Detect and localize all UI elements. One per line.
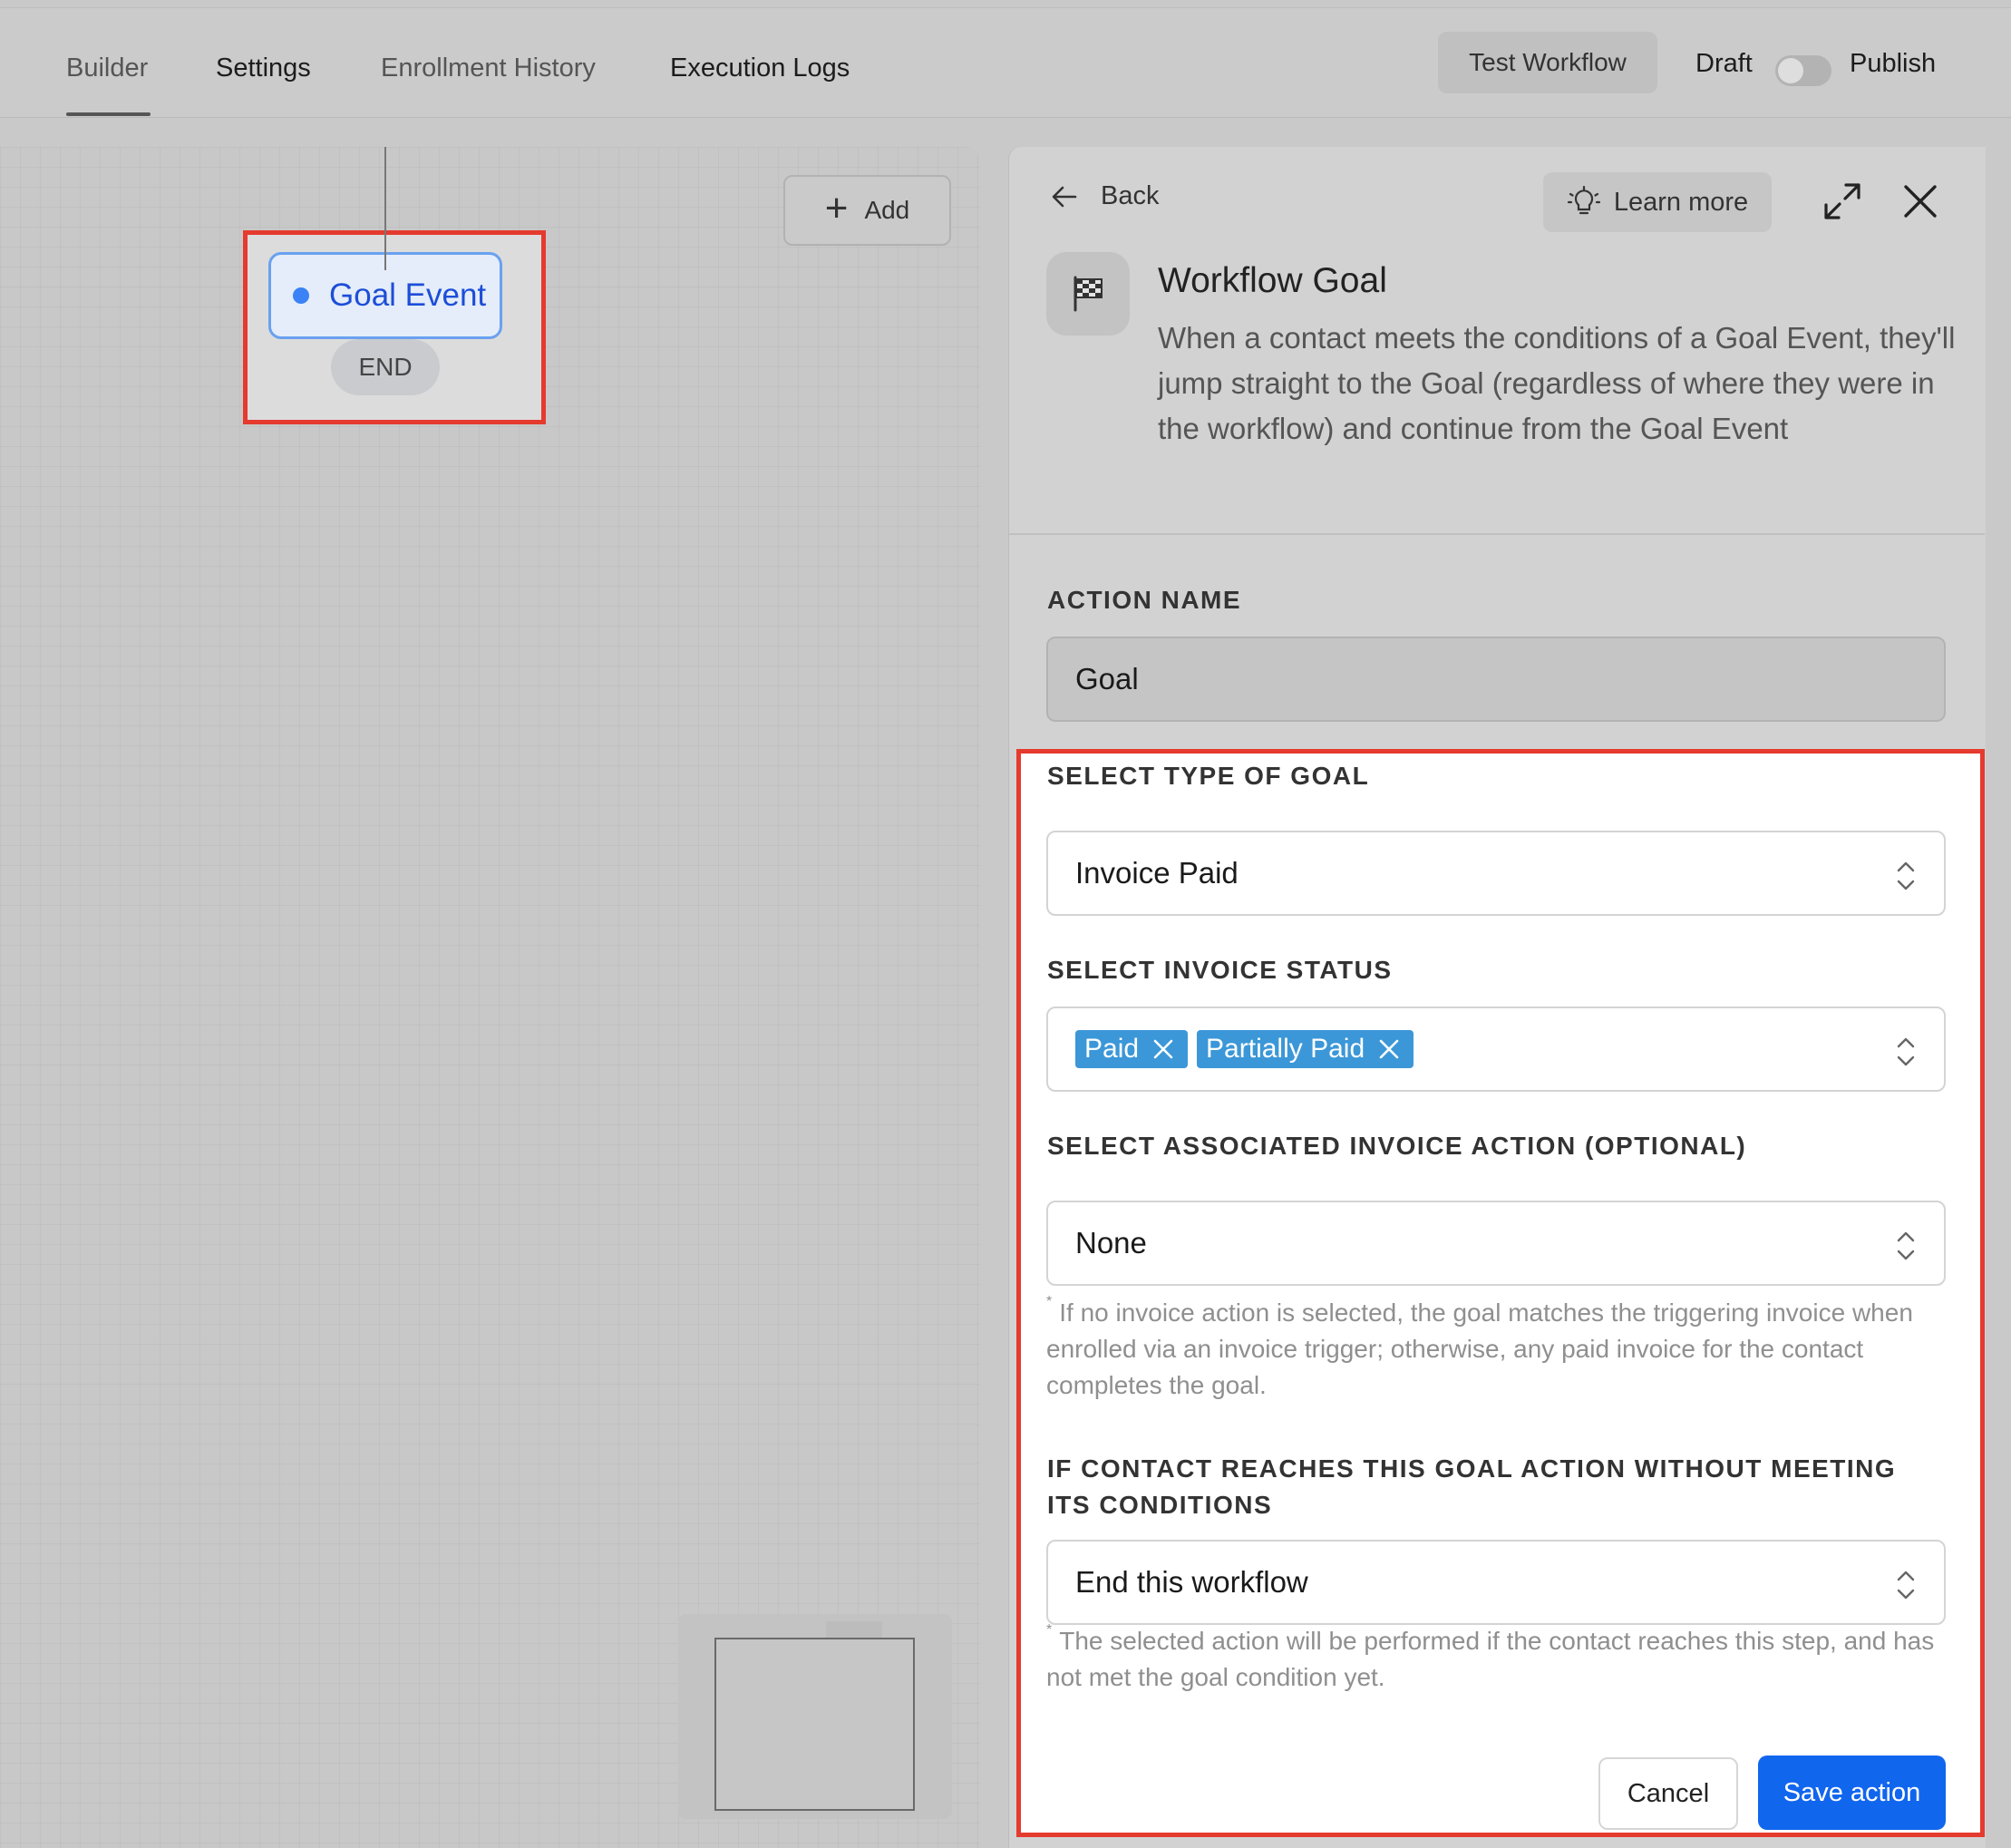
goal-event-label: Goal Event [329, 277, 487, 313]
goal-type-value: Invoice Paid [1075, 856, 1239, 890]
expand-icon[interactable] [1821, 180, 1864, 223]
hint-text: The selected action will be performed if… [1046, 1627, 1935, 1691]
panel-divider [1009, 533, 1985, 535]
save-action-button[interactable]: Save action [1758, 1756, 1946, 1830]
tab-builder[interactable]: Builder [66, 53, 148, 83]
chip-label: Paid [1084, 1034, 1140, 1064]
cancel-button[interactable]: Cancel [1598, 1757, 1738, 1830]
minimap-viewport[interactable] [714, 1638, 915, 1811]
asterisk: * [1046, 1294, 1053, 1309]
top-nav: Builder Settings Enrollment History Exec… [0, 7, 2011, 118]
status-dot-icon [293, 287, 309, 304]
chip-partially-paid: Partially Paid [1197, 1030, 1414, 1068]
learn-more-label: Learn more [1613, 187, 1749, 217]
fallback-action-select[interactable]: End this workflow [1046, 1540, 1946, 1625]
action-name-input[interactable]: Goal [1046, 637, 1946, 722]
chip-paid: Paid [1075, 1030, 1189, 1068]
back-button[interactable]: Back [1050, 181, 1159, 211]
chevron-up-down-icon [1897, 861, 1915, 890]
invoice-action-label: SELECT ASSOCIATED INVOICE ACTION (OPTION… [1047, 1132, 1747, 1160]
invoice-status-label: SELECT INVOICE STATUS [1047, 956, 1393, 984]
fallback-action-value: End this workflow [1075, 1565, 1308, 1599]
publish-label: Publish [1850, 49, 1937, 78]
fallback-label: IF CONTACT REACHES THIS GOAL ACTION WITH… [1047, 1454, 1897, 1519]
end-node: END [331, 339, 440, 395]
test-workflow-button[interactable]: Test Workflow [1438, 32, 1657, 93]
lightbulb-icon [1567, 185, 1600, 215]
add-button-label: Add [864, 196, 910, 224]
tab-settings[interactable]: Settings [216, 53, 311, 83]
chevron-up-down-icon [1897, 1037, 1915, 1066]
chip-label: Partially Paid [1206, 1034, 1365, 1064]
panel-title: Workflow Goal [1158, 261, 1387, 300]
goal-type-select[interactable]: Invoice Paid [1046, 831, 1946, 916]
close-icon[interactable] [1900, 181, 1940, 221]
fallback-hint: * The selected action will be performed i… [1046, 1623, 1946, 1696]
learn-more-button[interactable]: Learn more [1543, 172, 1772, 232]
chevron-up-down-icon [1897, 1231, 1915, 1260]
toggle-knob [1778, 58, 1803, 83]
plus-icon: + [824, 186, 849, 230]
invoice-action-hint: * If no invoice action is selected, the g… [1046, 1295, 1946, 1404]
add-button[interactable]: + Add [783, 175, 951, 246]
chevron-up-down-icon [1897, 1571, 1915, 1600]
publish-toggle[interactable] [1775, 55, 1831, 86]
asterisk: * [1046, 1622, 1053, 1638]
active-tab-indicator [66, 112, 151, 116]
remove-icon[interactable] [1377, 1037, 1401, 1061]
panel-description: When a contact meets the conditions of a… [1158, 321, 1956, 445]
invoice-action-value: None [1075, 1226, 1147, 1260]
back-label: Back [1101, 181, 1160, 210]
action-name-label: ACTION NAME [1047, 586, 1242, 614]
tab-enrollment-history[interactable]: Enrollment History [381, 53, 596, 83]
remove-icon[interactable] [1151, 1037, 1175, 1061]
invoice-action-select[interactable]: None [1046, 1201, 1946, 1286]
arrow-left-icon [1052, 186, 1077, 207]
checkered-flag-icon [1074, 276, 1103, 312]
flag-icon-tile [1046, 252, 1130, 336]
tab-execution-logs[interactable]: Execution Logs [670, 53, 850, 83]
goal-type-label: SELECT TYPE OF GOAL [1047, 762, 1370, 790]
draft-label: Draft [1695, 49, 1753, 78]
node-connector [384, 147, 386, 270]
invoice-status-multiselect[interactable]: Paid Partially Paid [1046, 1007, 1946, 1092]
hint-text: If no invoice action is selected, the go… [1046, 1298, 1913, 1399]
